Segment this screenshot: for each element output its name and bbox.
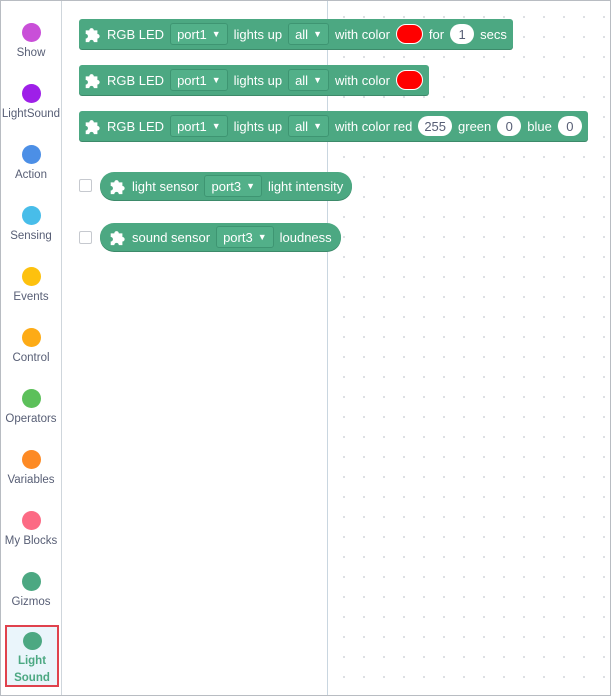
category-dot-icon	[22, 632, 42, 650]
category-dot-icon	[21, 267, 41, 286]
color-picker[interactable]	[395, 24, 423, 44]
category-dot-icon	[21, 450, 41, 469]
block-text: lights up	[233, 26, 283, 42]
puzzle-icon	[85, 74, 100, 89]
port-dropdown[interactable]: port3 ▼	[204, 175, 263, 197]
chevron-down-icon: ▼	[246, 181, 256, 191]
puzzle-icon	[110, 231, 125, 246]
category-label: Sensing	[10, 230, 52, 242]
category-label: Show	[16, 47, 46, 59]
port-dropdown[interactable]: port3 ▼	[216, 226, 274, 248]
port-dropdown[interactable]: port1 ▼	[170, 69, 228, 91]
block-text: lights up	[233, 72, 283, 88]
category-label: Operators	[5, 413, 57, 425]
port-dropdown[interactable]: port1 ▼	[170, 115, 228, 137]
block-label: RGB LED	[107, 26, 165, 42]
red-input[interactable]: 255	[418, 116, 453, 136]
blue-input[interactable]: 0	[557, 116, 582, 136]
category-dot-icon	[21, 328, 41, 347]
puzzle-icon	[85, 28, 100, 43]
category-control[interactable]: Control	[1, 320, 61, 381]
category-gizmos[interactable]: Gizmos	[1, 564, 61, 625]
rgb-led-timed-block[interactable]: RGB LED port1 ▼ lights up all ▼ with color…	[79, 19, 513, 49]
sound-sensor-checkbox[interactable]	[79, 231, 92, 244]
light-sensor-checkbox[interactable]	[79, 179, 92, 192]
target-value: all	[295, 118, 309, 134]
port-dropdown[interactable]: port1 ▼	[170, 23, 228, 45]
block-text: blue	[527, 118, 552, 134]
category-label: Light Sound	[14, 654, 50, 684]
category-variables[interactable]: Variables	[1, 442, 61, 503]
block-text: light intensity	[268, 178, 344, 194]
green-input[interactable]: 0	[497, 116, 522, 136]
block-label: RGB LED	[107, 72, 165, 88]
block-label: RGB LED	[107, 118, 165, 134]
sound-sensor-reporter[interactable]: sound sensor port3 ▼ loudness	[100, 223, 341, 251]
puzzle-icon	[85, 120, 100, 135]
block-text: loudness	[279, 229, 332, 245]
target-dropdown[interactable]: all ▼	[288, 69, 329, 91]
chevron-down-icon: ▼	[257, 232, 267, 242]
light-sensor-reporter[interactable]: light sensor port3 ▼ light intensity	[100, 172, 353, 200]
script-workspace[interactable]	[328, 1, 610, 695]
rgb-led-rgb-block[interactable]: RGB LED port1 ▼ lights up all ▼ with color…	[79, 111, 588, 141]
category-dot-icon	[21, 206, 41, 225]
category-label: LightSound	[1, 108, 61, 120]
port-value: port3	[211, 178, 242, 194]
block-text: for	[428, 26, 445, 42]
category-label: Action	[15, 169, 47, 181]
color-picker[interactable]	[395, 70, 423, 90]
port-value: port1	[177, 26, 207, 42]
category-my-blocks[interactable]: My Blocks	[1, 503, 61, 564]
block-text: with color red	[335, 118, 413, 134]
rgb-led-color-block[interactable]: RGB LED port1 ▼ lights up all ▼ with color	[79, 65, 429, 95]
block-text: secs	[480, 26, 507, 42]
block-palette	[62, 1, 328, 695]
category-menu: Show LightSound Action Sensing Events Co…	[1, 1, 62, 695]
category-action[interactable]: Action	[1, 137, 61, 198]
category-dot-icon	[21, 23, 41, 42]
category-label: My Blocks	[4, 535, 58, 547]
secs-input[interactable]: 1	[450, 24, 475, 44]
chevron-down-icon: ▼	[211, 75, 221, 85]
block-text: with color	[335, 26, 390, 42]
category-dot-icon	[21, 511, 41, 530]
puzzle-icon	[110, 180, 125, 195]
chevron-down-icon: ▼	[313, 121, 322, 131]
category-dot-icon	[21, 572, 41, 591]
editor-frame: Show LightSound Action Sensing Events Co…	[0, 0, 611, 696]
category-sensing[interactable]: Sensing	[1, 198, 61, 259]
port-value: port1	[177, 118, 207, 134]
target-dropdown[interactable]: all ▼	[288, 23, 329, 45]
category-label: Control	[12, 352, 50, 364]
category-label: Variables	[7, 474, 55, 486]
block-text: with color	[335, 72, 390, 88]
chevron-down-icon: ▼	[313, 75, 322, 85]
target-value: all	[295, 26, 309, 42]
category-dot-icon	[21, 389, 41, 408]
category-events[interactable]: Events	[1, 259, 61, 320]
category-operators[interactable]: Operators	[1, 381, 61, 442]
category-label: Gizmos	[11, 596, 51, 608]
category-label: Events	[13, 291, 49, 303]
target-value: all	[295, 72, 309, 88]
category-dot-icon	[21, 145, 41, 164]
block-label: sound sensor	[132, 229, 211, 245]
target-dropdown[interactable]: all ▼	[288, 115, 329, 137]
chevron-down-icon: ▼	[313, 29, 322, 39]
category-light-sound-selected[interactable]: Light Sound	[5, 625, 59, 687]
category-lightsound[interactable]: LightSound	[1, 76, 61, 137]
block-label: light sensor	[132, 178, 199, 194]
category-dot-icon	[21, 84, 41, 103]
chevron-down-icon: ▼	[211, 121, 221, 131]
port-value: port3	[223, 229, 253, 245]
port-value: port1	[177, 72, 207, 88]
chevron-down-icon: ▼	[211, 29, 221, 39]
block-text: green	[458, 118, 492, 134]
block-text: lights up	[233, 118, 283, 134]
category-show[interactable]: Show	[1, 15, 61, 76]
